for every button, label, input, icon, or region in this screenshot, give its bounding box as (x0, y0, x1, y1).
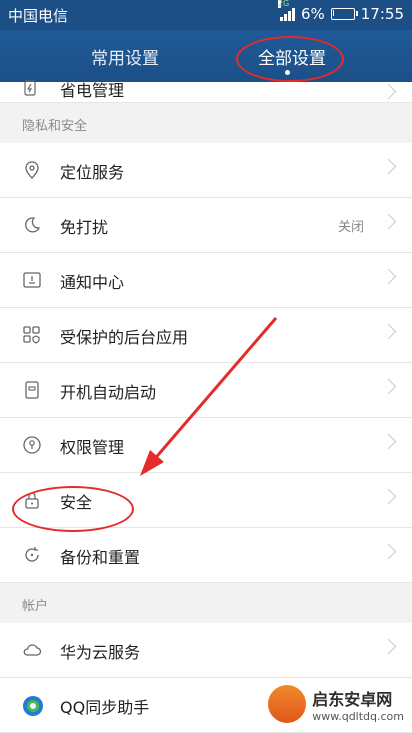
settings-item-label: 备份和重置 (60, 548, 141, 567)
chevron-right-icon (380, 378, 397, 395)
battery-percent: 6% (300, 5, 325, 23)
backup-restore-icon (22, 545, 42, 565)
clock: 17:55 (360, 5, 404, 23)
active-tab-indicator (285, 70, 290, 75)
status-bar: 中国电信 2G 6% 17:55 (0, 0, 412, 30)
settings-item-label: 定位服务 (60, 163, 125, 182)
location-pin-icon (22, 160, 42, 180)
site-watermark: 启东安卓网 www.qdltdq.com (268, 685, 404, 723)
settings-item-cloud[interactable]: 华为云服务 (0, 623, 412, 678)
qq-sync-app-icon (22, 695, 43, 716)
watermark-text: 启东安卓网 www.qdltdq.com (312, 686, 404, 723)
settings-item-label: QQ同步助手 (60, 698, 150, 717)
chevron-right-icon (380, 488, 397, 505)
settings-item-permissions[interactable]: 权限管理 (0, 418, 412, 473)
battery-icon (330, 8, 358, 20)
chevron-right-icon (380, 213, 397, 230)
settings-item-label: 通知中心 (60, 273, 125, 292)
settings-item-label: 免打扰 (60, 218, 109, 237)
settings-item-label: 受保护的后台应用 (60, 328, 189, 347)
cloud-icon (22, 640, 42, 660)
watermark-name: 启东安卓网 (312, 689, 393, 709)
settings-item-protected-apps[interactable]: 受保护的后台应用 (0, 308, 412, 363)
autostart-icon (22, 380, 42, 400)
settings-item-label: 权限管理 (60, 438, 125, 457)
battery-fill (332, 10, 334, 16)
section-title: 隐私和安全 (22, 119, 88, 134)
section-header-account: 帐户 (0, 583, 412, 623)
permission-key-icon (22, 435, 42, 455)
settings-item-battery[interactable]: 省电管理 (0, 80, 412, 103)
settings-item-security[interactable]: 安全 (0, 473, 412, 528)
chevron-right-icon (380, 638, 397, 655)
settings-item-backup[interactable]: 备份和重置 (0, 528, 412, 583)
section-title: 帐户 (22, 599, 49, 614)
protected-apps-icon (22, 325, 42, 345)
settings-item-notifications[interactable]: 通知中心 (0, 253, 412, 308)
settings-item-label: 省电管理 (60, 81, 125, 100)
carrier-name: 中国电信 (8, 7, 69, 25)
status-indicators: 2G 6% 17:55 (277, 0, 404, 23)
settings-item-autostart[interactable]: 开机自动启动 (0, 363, 412, 418)
settings-header: 常用设置 全部设置 (0, 30, 412, 82)
moon-icon (22, 215, 42, 235)
lock-icon (22, 490, 42, 510)
network-type: 2G (277, 0, 290, 8)
settings-item-dnd[interactable]: 免打扰 关闭 (0, 198, 412, 253)
settings-item-label: 华为云服务 (60, 643, 141, 662)
chevron-right-icon (380, 268, 397, 285)
settings-list: 省电管理 隐私和安全 定位服务 免打扰 关闭 通知中心 受保护的后台应用 开机自… (0, 80, 412, 733)
settings-item-location[interactable]: 定位服务 (0, 143, 412, 198)
chevron-right-icon (380, 323, 397, 340)
settings-item-label: 开机自动启动 (60, 383, 157, 402)
watermark-logo-icon (268, 685, 307, 723)
dnd-status-value: 关闭 (337, 220, 364, 235)
watermark-url: www.qdltdq.com (312, 709, 404, 723)
chevron-right-icon (380, 158, 397, 175)
chevron-right-icon (380, 433, 397, 450)
settings-item-label: 安全 (60, 493, 93, 512)
notification-center-icon (22, 270, 42, 290)
battery-manager-icon (22, 80, 42, 100)
chevron-right-icon (380, 83, 397, 100)
tab-all-settings[interactable]: 全部设置 (258, 44, 326, 69)
tab-common-settings[interactable]: 常用设置 (91, 44, 159, 69)
section-header-privacy: 隐私和安全 (0, 103, 412, 143)
signal-icon: 2G (277, 0, 295, 21)
chevron-right-icon (380, 543, 397, 560)
